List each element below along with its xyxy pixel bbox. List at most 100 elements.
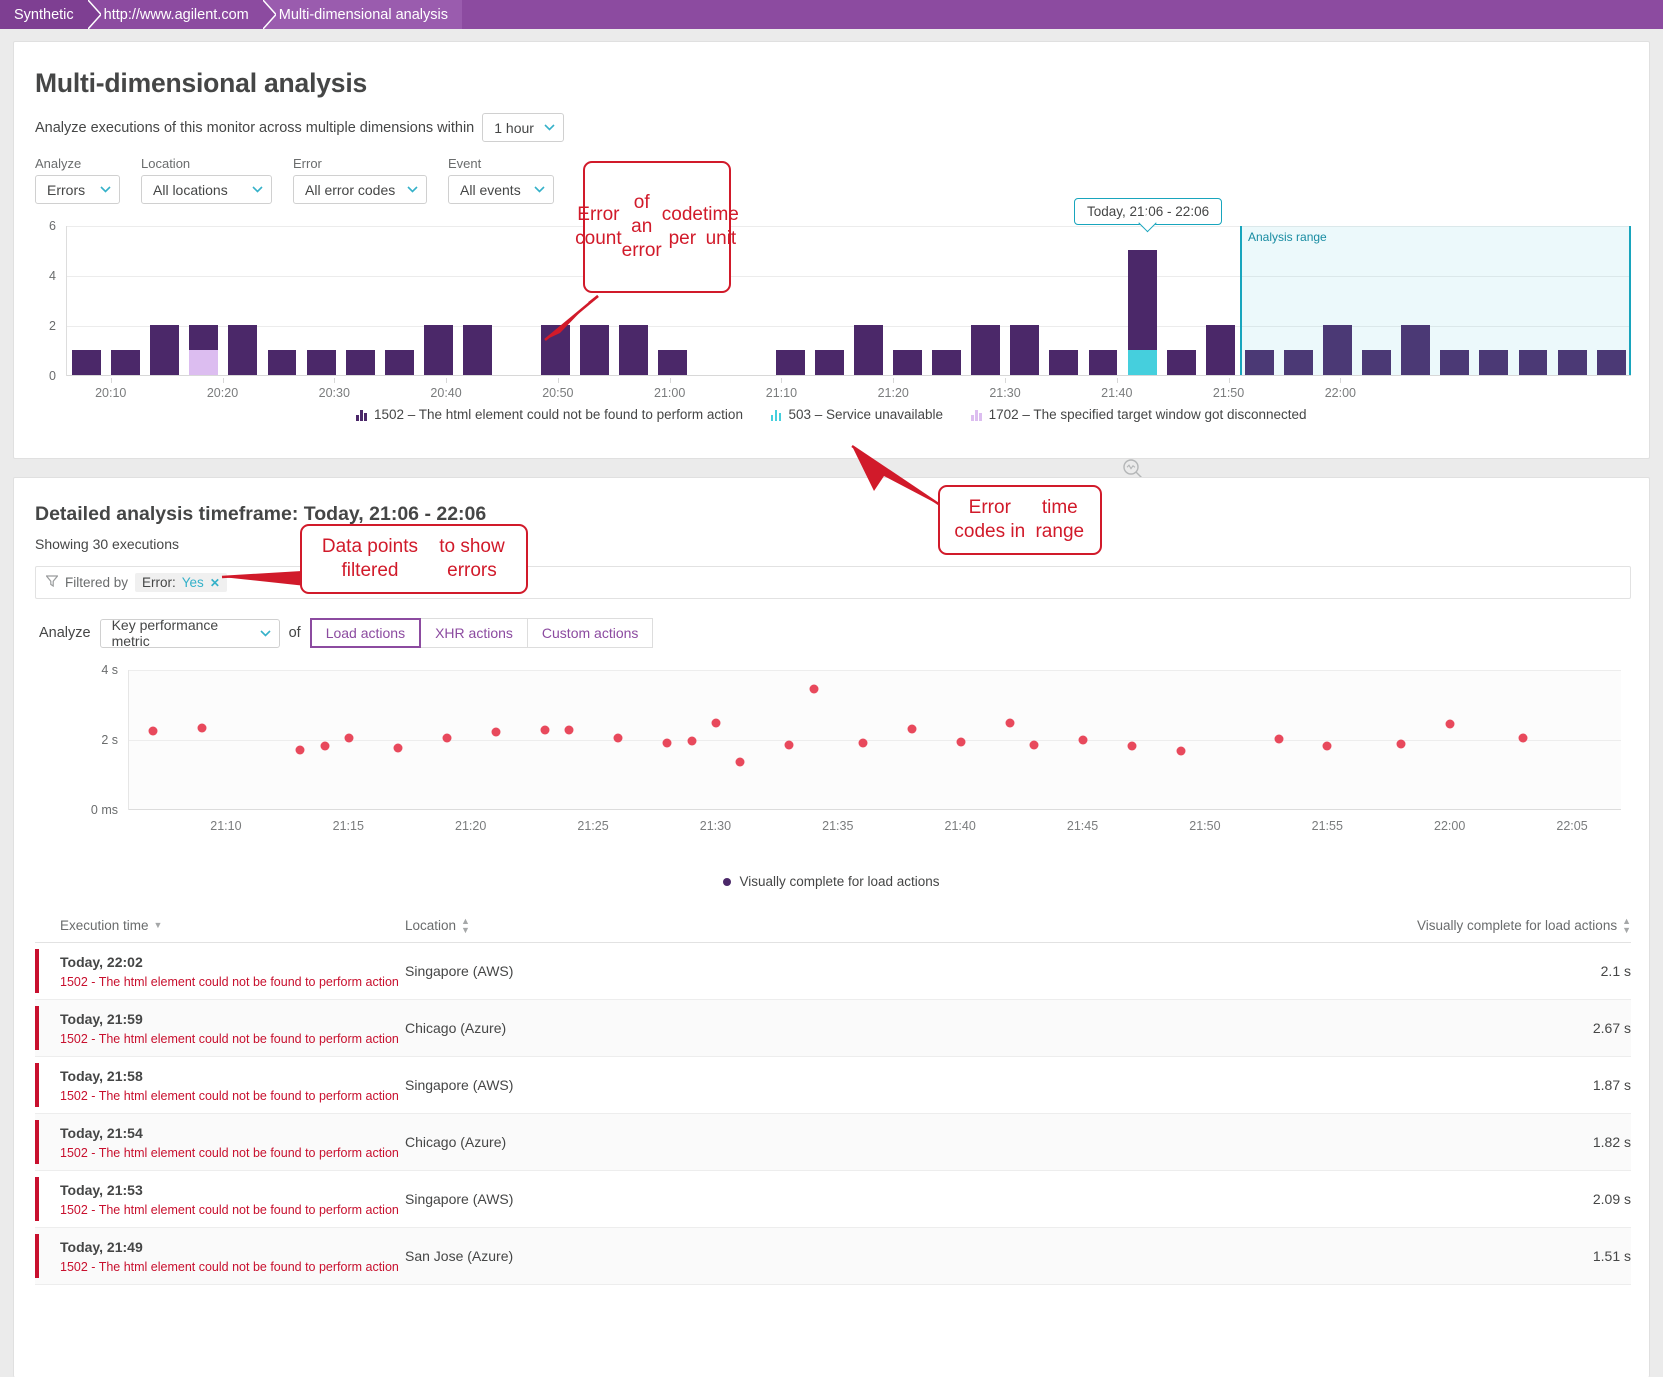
table-row[interactable]: Today, 21:59 1502 - The html element coul… <box>35 1000 1631 1057</box>
scatter-y-tick: 4 s <box>101 663 118 677</box>
table-row[interactable]: Today, 21:58 1502 - The html element coul… <box>35 1057 1631 1114</box>
bar-slot[interactable] <box>145 226 184 375</box>
table-row[interactable]: Today, 21:54 1502 - The html element coul… <box>35 1114 1631 1171</box>
bar-slot[interactable] <box>1513 226 1552 375</box>
bar-slot[interactable] <box>458 226 497 375</box>
timeframe-select[interactable]: 1 hour <box>482 113 564 142</box>
filter-error-select[interactable]: All error codes <box>293 175 427 204</box>
scatter-point[interactable] <box>540 725 550 734</box>
scatter-point[interactable] <box>1322 741 1332 751</box>
bar-slot[interactable] <box>1553 226 1592 375</box>
scatter-x-tick: 21:15 <box>332 819 364 833</box>
bar-slot[interactable] <box>1083 226 1122 375</box>
legend-item[interactable]: 503 – Service unavailable <box>770 407 943 422</box>
bar-slot[interactable] <box>1592 226 1631 375</box>
scatter-point[interactable] <box>662 738 672 748</box>
filter-event-select[interactable]: All events <box>448 175 554 204</box>
filter-location: Location All locations <box>141 156 272 204</box>
bar-slot[interactable] <box>419 226 458 375</box>
scatter-point[interactable] <box>295 745 305 755</box>
bar-slot[interactable] <box>184 226 223 375</box>
scatter-point[interactable] <box>320 741 330 751</box>
scatter-point[interactable] <box>1445 719 1455 729</box>
scatter-point[interactable] <box>148 726 158 736</box>
bar-slot[interactable] <box>1201 226 1240 375</box>
bar-slot[interactable] <box>810 226 849 375</box>
bar-slot[interactable] <box>1357 226 1396 375</box>
filter-chip-error[interactable]: Error: Yes ✕ <box>135 573 227 592</box>
scatter-point[interactable] <box>1127 741 1137 751</box>
scatter-point[interactable] <box>393 743 403 753</box>
bar-slot[interactable] <box>1162 226 1201 375</box>
table-header-location[interactable]: Location ▲ ▼ <box>405 916 1330 935</box>
scatter-point[interactable] <box>735 757 745 767</box>
bar-y-tick: 0 <box>49 369 56 383</box>
filter-location-select[interactable]: All locations <box>141 175 272 204</box>
bar-slot[interactable] <box>1123 226 1162 375</box>
scatter-point[interactable] <box>1274 734 1284 744</box>
bar-slot[interactable] <box>536 226 575 375</box>
table-row[interactable]: Today, 22:02 1502 - The html element coul… <box>35 943 1631 1000</box>
scatter-y-axis: 0 ms 2 s 4 s <box>14 663 126 817</box>
scatter-point[interactable] <box>1518 733 1528 743</box>
scatter-point[interactable] <box>197 723 207 733</box>
scatter-point[interactable] <box>1396 739 1406 749</box>
scatter-point[interactable] <box>687 736 697 746</box>
scatter-point[interactable] <box>907 724 917 734</box>
table-row[interactable]: Today, 21:49 1502 - The html element coul… <box>35 1228 1631 1285</box>
scatter-point[interactable] <box>1005 718 1015 728</box>
scatter-point[interactable] <box>344 733 354 743</box>
table-header-visually-complete[interactable]: Visually complete for load actions ▲ ▼ <box>1330 916 1631 935</box>
bar-segment <box>463 325 492 375</box>
scatter-point[interactable] <box>956 737 966 747</box>
tab-xhr-actions[interactable]: XHR actions <box>421 618 528 648</box>
scatter-point[interactable] <box>858 738 868 748</box>
bar-slot[interactable] <box>771 226 810 375</box>
bar-segment <box>1010 325 1040 375</box>
scatter-point[interactable] <box>564 725 574 734</box>
bar-slot[interactable] <box>1435 226 1474 375</box>
close-icon[interactable]: ✕ <box>210 576 220 590</box>
bar-slot[interactable] <box>966 226 1005 375</box>
scatter-point[interactable] <box>711 718 721 727</box>
bar-slot[interactable] <box>223 226 262 375</box>
scatter-point[interactable] <box>784 740 794 750</box>
bar-segment <box>1049 350 1079 375</box>
scatter-point[interactable] <box>1176 746 1186 756</box>
bar-slot[interactable] <box>1318 226 1357 375</box>
scatter-point[interactable] <box>442 733 452 743</box>
bar-slot[interactable] <box>497 226 536 375</box>
filter-bar[interactable]: Filtered by Error: Yes ✕ <box>35 566 1631 599</box>
bar-slot[interactable] <box>1474 226 1513 375</box>
tab-load-actions[interactable]: Load actions <box>309 618 422 648</box>
breadcrumb-item-synthetic[interactable]: Synthetic <box>0 0 101 29</box>
bar-slot[interactable] <box>1279 226 1318 375</box>
bar-slot[interactable] <box>1396 226 1435 375</box>
bar-slot[interactable] <box>341 226 380 375</box>
bar-slot[interactable] <box>106 226 145 375</box>
metric-select[interactable]: Key performance metric <box>99 617 280 649</box>
scatter-point[interactable] <box>809 684 819 694</box>
tab-custom-actions[interactable]: Custom actions <box>527 618 654 648</box>
bar-slot[interactable] <box>1240 226 1279 375</box>
bar-slot[interactable] <box>1005 226 1044 375</box>
legend-item[interactable]: 1702 – The specified target window got d… <box>971 407 1307 422</box>
breadcrumb-item-url[interactable]: http://www.agilent.com <box>87 0 276 29</box>
legend-item[interactable]: 1502 – The html element could not be fou… <box>356 407 743 422</box>
scatter-point[interactable] <box>1078 735 1088 745</box>
bar-slot[interactable] <box>927 226 966 375</box>
bar-slot[interactable] <box>380 226 419 375</box>
table-header-execution-time[interactable]: Execution time ▼ <box>35 918 405 933</box>
scatter-point[interactable] <box>1029 740 1039 750</box>
bar-slot[interactable] <box>849 226 888 375</box>
bar-slot[interactable] <box>67 226 106 375</box>
bar-slot[interactable] <box>302 226 341 375</box>
bar-slot[interactable] <box>888 226 927 375</box>
table-row[interactable]: Today, 21:53 1502 - The html element coul… <box>35 1171 1631 1228</box>
bar-slot[interactable] <box>1044 226 1083 375</box>
scatter-point[interactable] <box>613 733 623 743</box>
bar-slot[interactable] <box>262 226 301 375</box>
timeframe-select-value: 1 hour <box>494 119 534 136</box>
filter-analyze-select[interactable]: Errors <box>35 175 120 204</box>
scatter-point[interactable] <box>491 727 501 737</box>
